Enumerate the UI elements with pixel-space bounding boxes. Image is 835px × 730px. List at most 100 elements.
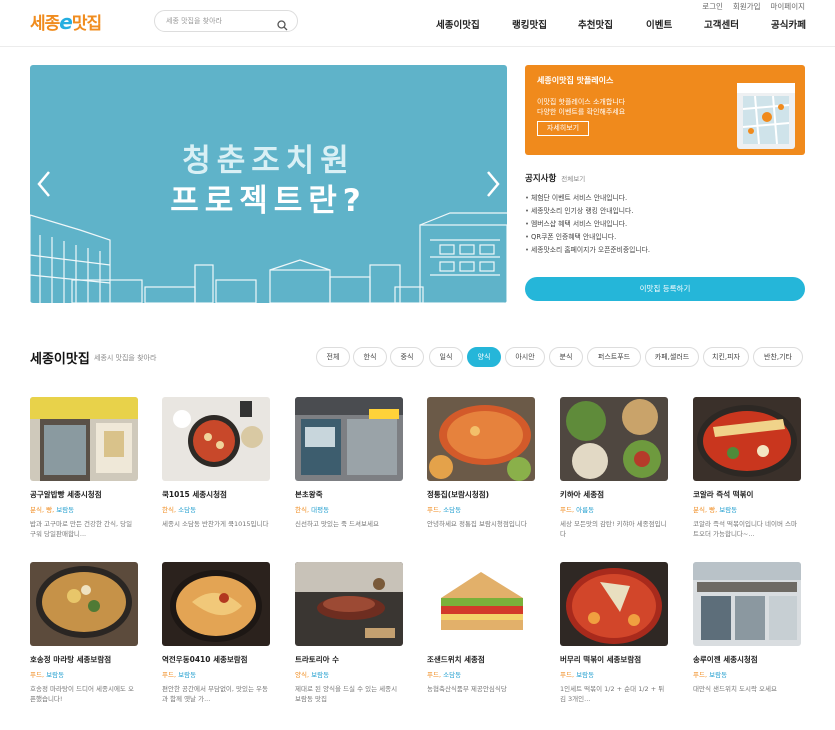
register-restaurant-button[interactable]: 이맛집 등록하기	[525, 277, 805, 301]
restaurant-photo[interactable]	[427, 397, 535, 481]
restaurant-name[interactable]: 호송정 마라탕 세종보람점	[30, 654, 138, 665]
category-western[interactable]: 양식	[467, 347, 501, 367]
notice-more-link[interactable]: 전체보기	[561, 173, 585, 183]
login-link[interactable]: 로그인	[702, 1, 723, 12]
restaurant-meta: 한식, 대평동	[295, 504, 403, 514]
category-sidedish-etc[interactable]: 반찬,기타	[753, 347, 803, 367]
restaurant-photo[interactable]	[427, 562, 535, 646]
restaurant-card[interactable]: 버무리 떡볶이 세종보람점 푸드, 보람동 1인세트 떡볶이 1/2 + 순대 …	[560, 562, 668, 704]
restaurant-region: 대평동	[311, 506, 330, 514]
nav-sejong-restaurants[interactable]: 세종이맛집	[436, 17, 480, 31]
restaurant-name[interactable]: 정통집(보람시청점)	[427, 489, 535, 500]
top-links: 로그인 회원가입 마이페이지	[702, 1, 805, 12]
category-fastfood[interactable]: 퍼스트푸드	[587, 347, 641, 367]
restaurant-photo[interactable]	[162, 562, 270, 646]
restaurant-region: 보람동	[46, 671, 65, 679]
restaurant-name[interactable]: 역전우동0410 세종보람점	[162, 654, 270, 665]
restaurant-photo[interactable]	[560, 397, 668, 481]
category-snack[interactable]: 분식	[549, 347, 583, 367]
restaurant-category: 푸드,	[30, 671, 45, 679]
nav-recommend[interactable]: 추천맛집	[578, 17, 613, 31]
header-divider	[0, 46, 835, 47]
section-subtitle: 세종시 맛집을 찾아라	[94, 354, 157, 362]
restaurant-category: 푸드,	[560, 671, 575, 679]
restaurant-description: 제대로 된 양식을 드실 수 있는 세종시 보람동 맛집	[295, 685, 398, 703]
restaurant-description: 신선하고 맛있는 죽 드셔보세요	[295, 520, 379, 528]
restaurant-photo[interactable]	[295, 562, 403, 646]
restaurant-card[interactable]: 트라토리아 수 양식, 보람동 제대로 된 양식을 드실 수 있는 세종시 보람…	[295, 562, 403, 704]
banner-prev-icon[interactable]	[36, 169, 52, 199]
section-title: 세종이맛집	[30, 352, 90, 367]
restaurant-name[interactable]: 키햐아 세종점	[560, 489, 668, 500]
restaurant-region: 보람동	[709, 671, 728, 679]
restaurant-photo[interactable]	[30, 562, 138, 646]
restaurant-region: 보람동	[56, 506, 75, 514]
restaurant-meta: 분식, 빵, 보람동	[30, 504, 138, 514]
restaurant-category: 푸드,	[560, 506, 575, 514]
restaurant-photo[interactable]	[295, 397, 403, 481]
restaurant-photo[interactable]	[162, 397, 270, 481]
notice-header: 공지사항 전체보기	[525, 172, 585, 184]
nav-official-cafe[interactable]: 공식카페	[771, 17, 806, 31]
restaurant-card[interactable]: 조샌드위치 세종점 푸드, 소담동 농협축산식품부 제공안심식당	[427, 562, 535, 704]
category-japanese[interactable]: 일식	[429, 347, 463, 367]
promo-detail-button[interactable]: 자세히보기	[537, 121, 589, 136]
restaurant-name[interactable]: 조샌드위치 세종점	[427, 654, 535, 665]
notice-title: 공지사항	[525, 174, 557, 184]
mypage-link[interactable]: 마이페이지	[771, 1, 806, 12]
notice-item[interactable]: QR쿠폰 인증혜택 안내입니다.	[525, 231, 650, 244]
category-korean[interactable]: 한식	[353, 347, 387, 367]
restaurant-name[interactable]: 코알라 즉석 떡볶이	[693, 489, 801, 500]
restaurant-name[interactable]: 공구알밥빵 세종시청점	[30, 489, 138, 500]
restaurant-card[interactable]: 공구알밥빵 세종시청점 분식, 빵, 보람동 밥과 고구마로 만든 건강한 간식…	[30, 397, 138, 539]
restaurant-description: 안녕하세요 정통집 보람시청점입니다	[427, 520, 527, 528]
restaurant-region: 소담동	[443, 671, 462, 679]
restaurant-name[interactable]: 쿡1015 세종시청점	[162, 489, 270, 500]
restaurant-name[interactable]: 송루이젠 세종시청점	[693, 654, 801, 665]
promo-card: 세종이맛집 맛플레이스 이맛집 핫플레이스 소개합니다 다양한 이벤트를 확인해…	[525, 65, 805, 155]
category-cafe-salad[interactable]: 카페,샐러드	[645, 347, 699, 367]
restaurant-region: 보람동	[178, 671, 197, 679]
nav-event[interactable]: 이벤트	[646, 17, 672, 31]
notice-item[interactable]: 멤버스샵 혜택 서비스 안내입니다.	[525, 218, 650, 231]
restaurant-description: 농협축산식품부 제공안심식당	[427, 685, 507, 693]
restaurant-card[interactable]: 본초왕죽 한식, 대평동 신선하고 맛있는 죽 드셔보세요	[295, 397, 403, 539]
restaurant-meta: 푸드, 보람동	[30, 669, 138, 679]
restaurant-photo[interactable]	[693, 562, 801, 646]
nav-ranking[interactable]: 랭킹맛집	[512, 17, 547, 31]
signup-link[interactable]: 회원가입	[733, 1, 761, 12]
restaurant-name[interactable]: 버무리 떡볶이 세종보람점	[560, 654, 668, 665]
main-banner[interactable]: 청춘조치원 프로젝트란?	[30, 65, 507, 303]
restaurant-card[interactable]: 코알라 즉석 떡볶이 분식, 빵, 보람동 코알라 즉석 떡볶이입니다 네이버 …	[693, 397, 801, 539]
notice-item[interactable]: 세종맛소리 인기상 랭킹 안내입니다.	[525, 205, 650, 218]
restaurant-description: 호송정 마라탕이 드디어 세종시에도 오픈했습니다!	[30, 685, 134, 703]
restaurant-card[interactable]: 송루이젠 세종시청점 푸드, 보람동 대만식 샌드위치 도시락 오세요	[693, 562, 801, 704]
restaurant-description: 코알라 즉석 떡볶이입니다 네이버 스마트오더 가능합니다~...	[693, 520, 797, 538]
category-asian[interactable]: 아시안	[505, 347, 545, 367]
restaurant-photo[interactable]	[560, 562, 668, 646]
nav-customer-center[interactable]: 고객센터	[704, 17, 739, 31]
restaurant-card[interactable]: 호송정 마라탕 세종보람점 푸드, 보람동 호송정 마라탕이 드디어 세종시에도…	[30, 562, 138, 704]
restaurant-card[interactable]: 쿡1015 세종시청점 한식, 소담동 세종시 소담동 반찬가게 쿡1015입니…	[162, 397, 270, 539]
restaurant-meta: 분식, 빵, 보람동	[693, 504, 801, 514]
restaurant-card[interactable]: 역전우동0410 세종보람점 푸드, 보람동 편안한 공간에서 부담없이, 맛있…	[162, 562, 270, 704]
restaurant-name[interactable]: 트라토리아 수	[295, 654, 403, 665]
category-chinese[interactable]: 중식	[390, 347, 424, 367]
restaurant-card[interactable]: 키햐아 세종점 푸드, 아름동 세상 모든맛의 감탄! 키햐아 세종점입니다	[560, 397, 668, 539]
restaurant-photo[interactable]	[30, 397, 138, 481]
restaurant-description: 1인세트 떡볶이 1/2 + 순대 1/2 + 튀김 3개인...	[560, 685, 665, 703]
banner-next-icon[interactable]	[485, 169, 501, 199]
restaurant-region: 보람동	[576, 671, 595, 679]
category-all[interactable]: 전체	[316, 347, 350, 367]
banner-line-1: 청춘조치원	[182, 143, 355, 179]
notice-item[interactable]: 체험단 이벤트 서비스 안내입니다.	[525, 192, 650, 205]
category-chicken-pizza[interactable]: 치킨,피자	[703, 347, 749, 367]
restaurant-name[interactable]: 본초왕죽	[295, 489, 403, 500]
restaurant-category: 한식,	[162, 506, 177, 514]
restaurant-description: 대만식 샌드위치 도시락 오세요	[693, 685, 777, 693]
restaurant-category: 한식,	[295, 506, 310, 514]
notice-item[interactable]: 세종맛소리 홈페이지가 오픈준비중입니다.	[525, 244, 650, 257]
restaurant-category: 분식, 빵,	[693, 506, 718, 514]
restaurant-card[interactable]: 정통집(보람시청점) 푸드, 소담동 안녕하세요 정통집 보람시청점입니다	[427, 397, 535, 539]
restaurant-photo[interactable]	[693, 397, 801, 481]
